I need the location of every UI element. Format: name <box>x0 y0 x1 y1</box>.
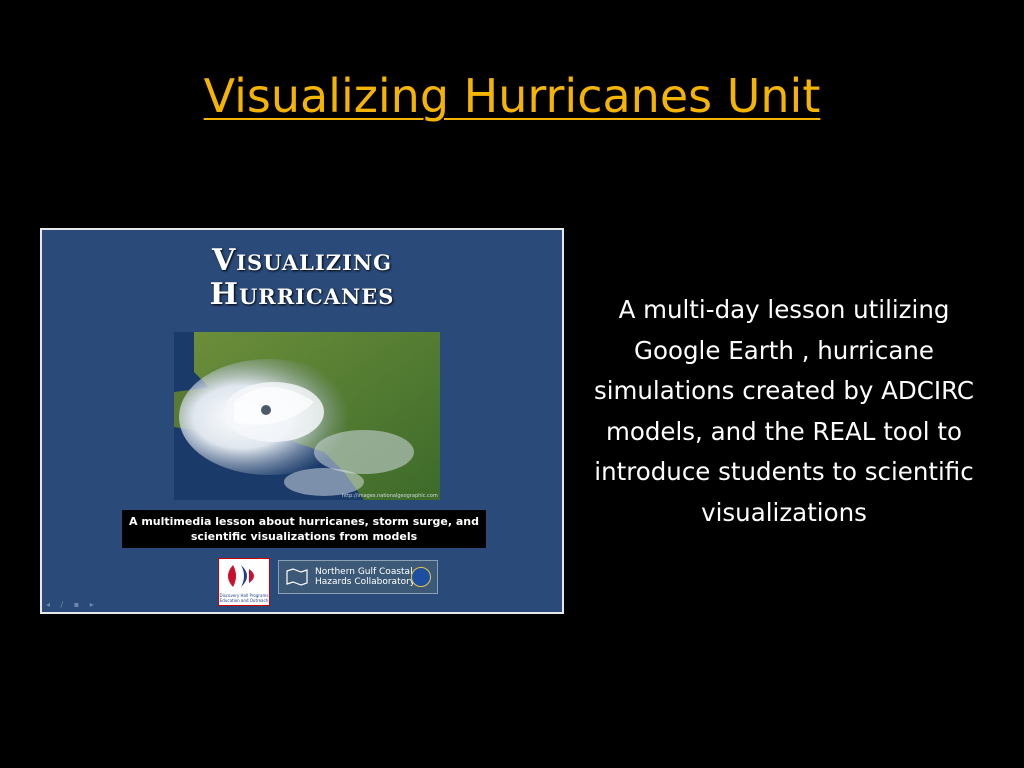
slide-title-text: Visualizing Hurricanes Unit <box>203 69 821 123</box>
caption-line2: scientific visualizations from models <box>190 530 418 543</box>
hazards-collaboratory-logo: Northern Gulf Coastal Hazards Collaborat… <box>278 560 438 594</box>
thumbnail-title: Visualizing Hurricanes <box>42 244 562 312</box>
image-credit: http://images.nationalgeographic.com <box>342 493 438 499</box>
thumbnail-caption: A multimedia lesson about hurricanes, st… <box>122 510 486 548</box>
thumbnail-title-line1: Visualizing <box>211 243 393 278</box>
map-icon <box>286 568 308 586</box>
sea-lab-fish-icon <box>228 565 254 587</box>
slideshow-controls[interactable]: ◂ ∕ ▪ ▸ <box>46 600 98 609</box>
hurricane-satellite-image <box>174 332 440 500</box>
sea-lab-logo: Discovery Hall Programs Education and Ou… <box>218 558 270 606</box>
lesson-description: A multi-day lesson utilizing Google Eart… <box>593 295 975 527</box>
nsf-seal-icon <box>411 567 431 587</box>
slide-title: Visualizing Hurricanes Unit <box>0 68 1024 124</box>
logo2-line1: Northern Gulf Coastal <box>315 567 413 577</box>
sea-lab-logo-text: Discovery Hall Programs Education and Ou… <box>219 593 269 603</box>
thumbnail-title-line2: Hurricanes <box>209 277 395 312</box>
caption-line1: A multimedia lesson about hurricanes, st… <box>129 515 479 528</box>
logo2-line2: Hazards Collaboratory <box>315 577 416 587</box>
lesson-thumbnail: Visualizing Hurricanes http://images.nat… <box>40 228 564 614</box>
